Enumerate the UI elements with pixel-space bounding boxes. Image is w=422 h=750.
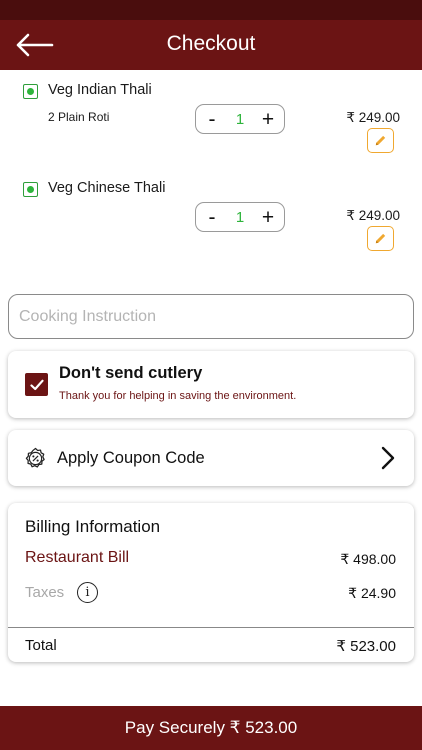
restaurant-bill-label: Restaurant Bill (25, 549, 130, 566)
cooking-instruction-input[interactable] (8, 294, 414, 339)
pay-securely-button[interactable]: Pay Securely ₹ 523.00 (0, 706, 422, 750)
cutlery-card: Don't send cutlery Thank you for helping… (8, 351, 414, 418)
item-description: 2 Plain Roti (48, 110, 110, 124)
cutlery-checkbox[interactable] (25, 373, 48, 396)
restaurant-bill-value: ₹ 498.00 (340, 551, 396, 567)
item-price: ₹ 249.00 (346, 110, 400, 125)
cart-item: Veg Chinese Thali - 1 + ₹ 249.00 (0, 168, 422, 258)
decrease-quantity-button[interactable]: - (204, 207, 220, 228)
app-header: Checkout (0, 20, 422, 70)
edit-item-button[interactable] (367, 128, 394, 153)
veg-indicator-icon (23, 84, 38, 99)
total-value: ₹ 523.00 (336, 638, 396, 655)
apply-coupon-button[interactable]: Apply Coupon Code (8, 430, 414, 486)
taxes-label: Taxes (25, 584, 65, 601)
item-name: Veg Indian Thali (48, 82, 152, 98)
increase-quantity-button[interactable]: + (260, 109, 276, 130)
increase-quantity-button[interactable]: + (260, 207, 276, 228)
pencil-icon (375, 233, 386, 244)
checkmark-icon (29, 379, 44, 390)
billing-card: Billing Information Restaurant Bill ₹ 49… (8, 503, 414, 662)
veg-indicator-icon (23, 182, 38, 197)
coupon-label: Apply Coupon Code (57, 449, 205, 467)
status-bar (0, 0, 422, 20)
item-price: ₹ 249.00 (346, 208, 400, 223)
decrease-quantity-button[interactable]: - (204, 109, 220, 130)
cutlery-title: Don't send cutlery (59, 364, 203, 382)
info-icon[interactable]: i (77, 582, 98, 603)
coupon-percent-icon (25, 447, 45, 468)
taxes-value: ₹ 24.90 (348, 585, 396, 601)
cart-item: Veg Indian Thali 2 Plain Roti - 1 + ₹ 24… (0, 70, 422, 160)
chevron-right-icon (381, 446, 395, 470)
item-name: Veg Chinese Thali (48, 180, 166, 196)
quantity-value: 1 (235, 208, 245, 226)
quantity-stepper: - 1 + (195, 202, 285, 232)
quantity-stepper: - 1 + (195, 104, 285, 134)
page-title: Checkout (166, 32, 256, 55)
edit-item-button[interactable] (367, 226, 394, 251)
total-label: Total (25, 637, 57, 654)
pencil-icon (375, 135, 386, 146)
divider (8, 627, 414, 628)
quantity-value: 1 (235, 110, 245, 128)
cutlery-subtitle: Thank you for helping in saving the envi… (59, 390, 297, 402)
billing-title: Billing Information (25, 517, 161, 536)
